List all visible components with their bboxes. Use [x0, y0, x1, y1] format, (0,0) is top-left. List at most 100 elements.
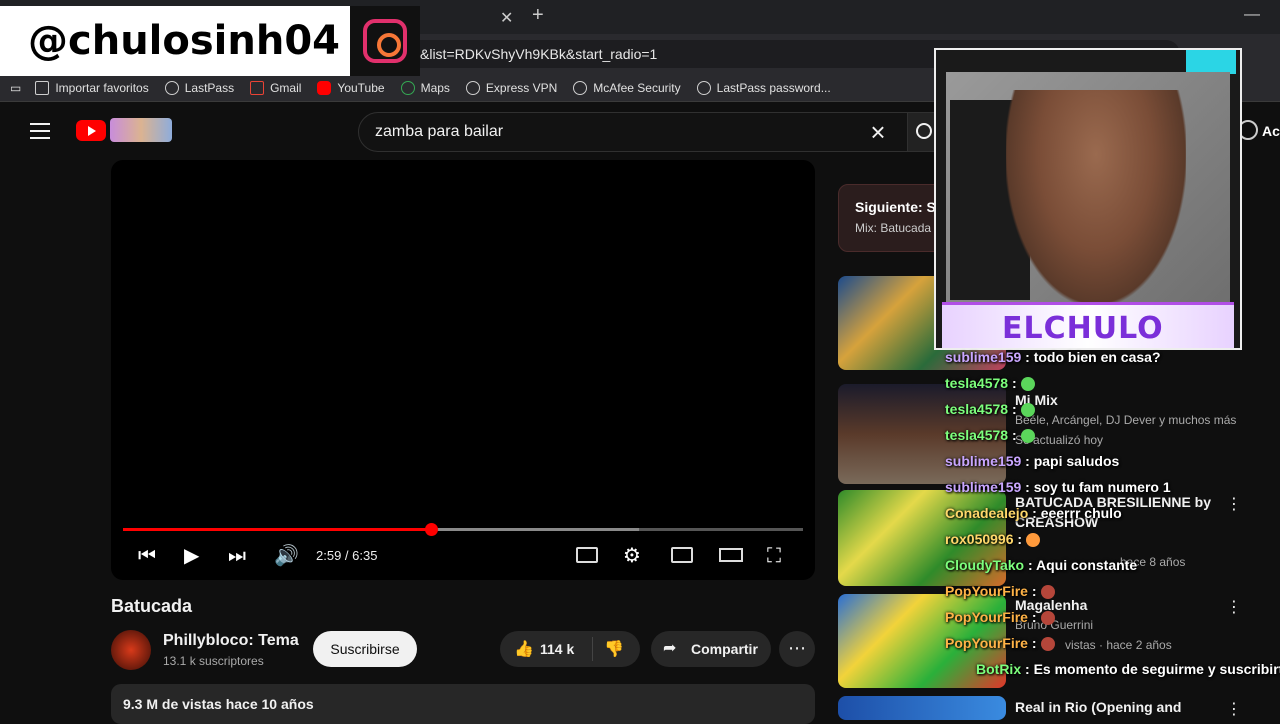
channel-name[interactable]: Phillybloco: Tema — [163, 632, 299, 650]
emote-icon — [1020, 403, 1035, 418]
chat-message: PopYourFire : — [945, 583, 1055, 600]
chat-username: BotRix — [976, 661, 1022, 677]
video-meta: Beéle, Arcángel, DJ Dever y muchos más — [1015, 413, 1237, 427]
volume-icon[interactable]: 🔊 — [274, 544, 299, 568]
like-icon[interactable]: 👍 — [514, 639, 534, 659]
chat-username: PopYourFire — [945, 635, 1028, 651]
streamer-video — [1006, 90, 1186, 305]
chat-message: Conadealejo : eeerrr chulo — [945, 505, 1122, 521]
chat-username: sublime159 — [945, 349, 1022, 365]
chat-text: : soy tu fam numero 1 — [1021, 479, 1171, 495]
youtube-logo-icon[interactable] — [76, 120, 106, 141]
globe-icon — [573, 80, 588, 95]
divider — [592, 637, 593, 661]
chat-text: : — [1013, 531, 1023, 547]
play-icon[interactable]: ▶ — [184, 544, 199, 568]
description-box[interactable]: 9.3 M de vistas hace 10 años — [111, 684, 815, 724]
chat-username: Conadealejo — [945, 505, 1029, 521]
settings-gear-icon[interactable]: ⚙ — [623, 544, 641, 568]
emote-icon — [1020, 429, 1035, 444]
chat-username: sublime159 — [945, 453, 1022, 469]
previous-icon[interactable]: ⏮ — [138, 544, 156, 568]
sign-in-label[interactable]: Ac — [1262, 123, 1280, 139]
streamer-handle: @chulosinh04 — [0, 6, 350, 76]
instagram-icon — [350, 6, 420, 76]
bookmark-mcafee[interactable]: McAfee Security — [573, 80, 681, 95]
chat-username: tesla4578 — [945, 375, 1009, 391]
bookmark-gmail[interactable]: Gmail — [250, 80, 301, 95]
maps-pin-icon — [400, 80, 415, 95]
globe-icon — [465, 80, 480, 95]
chat-username: sublime159 — [945, 479, 1022, 495]
bookmark-lastpass[interactable]: LastPass — [164, 80, 234, 95]
chat-message: sublime159 : soy tu fam numero 1 — [945, 479, 1171, 495]
chat-username: CloudyTako — [945, 557, 1025, 573]
share-button[interactable]: ➦ Compartir — [651, 631, 771, 667]
progress-scrubber[interactable] — [425, 523, 438, 536]
sidebar-toggle-icon[interactable]: ▭ — [10, 81, 21, 95]
more-actions-button[interactable]: ⋯ — [779, 631, 815, 667]
subscriber-count: 13.1 k suscriptores — [163, 654, 264, 668]
bookmark-lastpass-password[interactable]: LastPass password... — [696, 80, 831, 95]
miniplayer-icon[interactable] — [671, 547, 693, 563]
chat-text: : eeerrr chulo — [1028, 505, 1122, 521]
chat-message: tesla4578 : — [945, 375, 1035, 392]
chat-username: tesla4578 — [945, 401, 1009, 417]
bookmark-youtube[interactable]: YouTube — [317, 80, 385, 95]
youtube-icon — [317, 80, 332, 95]
chat-text: : — [1008, 401, 1017, 417]
chat-message: tesla4578 : — [945, 401, 1035, 418]
emote-icon — [1026, 533, 1041, 548]
bookmark-maps[interactable]: Maps — [400, 80, 450, 95]
chat-text: : — [1008, 375, 1017, 391]
progress-played — [123, 528, 431, 531]
fullscreen-icon[interactable]: ⛶ — [767, 544, 781, 568]
chat-text: : — [1027, 635, 1037, 651]
chat-message: sublime159 : todo bien en casa? — [945, 349, 1161, 365]
chat-username: PopYourFire — [945, 583, 1028, 599]
chat-username: tesla4578 — [945, 427, 1009, 443]
emote-icon — [1040, 637, 1055, 652]
chat-message: BotRix : Es momento de seguirme y suscri… — [976, 661, 1280, 677]
minimize-icon[interactable]: — — [1244, 6, 1260, 24]
subtitles-icon[interactable] — [576, 547, 598, 563]
video-title-real-in-rio[interactable]: Real in Rio (Opening and — [1015, 699, 1181, 715]
chat-text: : — [1008, 427, 1017, 443]
video-options-icon[interactable]: ⋮ — [1226, 494, 1242, 514]
video-options-icon[interactable]: ⋮ — [1226, 597, 1242, 617]
doodle-logo[interactable] — [110, 118, 172, 142]
new-tab-icon[interactable]: + — [532, 4, 544, 27]
chat-message: PopYourFire : — [945, 609, 1055, 626]
chat-text: : todo bien en casa? — [1021, 349, 1161, 365]
chat-message: PopYourFire : — [945, 635, 1055, 652]
globe-icon — [696, 80, 711, 95]
up-next-card[interactable]: Siguiente: S Mix: Batucada — [838, 184, 948, 252]
chat-message: rox050996 : — [945, 531, 1041, 548]
subscribe-button[interactable]: Suscribirse — [313, 631, 417, 667]
like-count[interactable]: 114 k — [540, 641, 574, 657]
hamburger-menu-icon[interactable] — [30, 123, 50, 139]
bookmark-expressvpn[interactable]: Express VPN — [465, 80, 557, 95]
chat-text: : Es momento de seguirme y suscribirte — [1021, 661, 1280, 677]
chat-text: : Aqui constante — [1024, 557, 1138, 573]
search-input[interactable]: zamba para bailar — [358, 112, 908, 152]
video-options-icon[interactable]: ⋮ — [1226, 699, 1242, 719]
cam-banner-text: ELCHULO — [1002, 311, 1164, 346]
bookmark-import[interactable]: Importar favoritos — [35, 80, 149, 95]
view-count-date: 9.3 M de vistas hace 10 años — [123, 696, 314, 712]
close-tab-icon[interactable]: ✕ — [500, 8, 513, 28]
chat-message: sublime159 : papi saludos — [945, 453, 1119, 469]
next-icon[interactable]: ⏭ — [228, 544, 246, 568]
share-icon: ➦ — [663, 640, 677, 657]
channel-avatar[interactable] — [111, 630, 151, 670]
dislike-icon[interactable]: 👎 — [604, 639, 624, 659]
video-thumbnail[interactable] — [838, 696, 1006, 720]
chat-text: : papi saludos — [1021, 453, 1120, 469]
video-player[interactable] — [111, 160, 815, 580]
video-title: Batucada — [111, 596, 193, 616]
clear-search-icon[interactable]: × — [866, 119, 890, 145]
cam-banner: ELCHULO — [942, 302, 1234, 348]
theater-mode-icon[interactable] — [719, 548, 743, 562]
gmail-icon — [250, 80, 265, 95]
emote-icon — [1020, 377, 1035, 392]
